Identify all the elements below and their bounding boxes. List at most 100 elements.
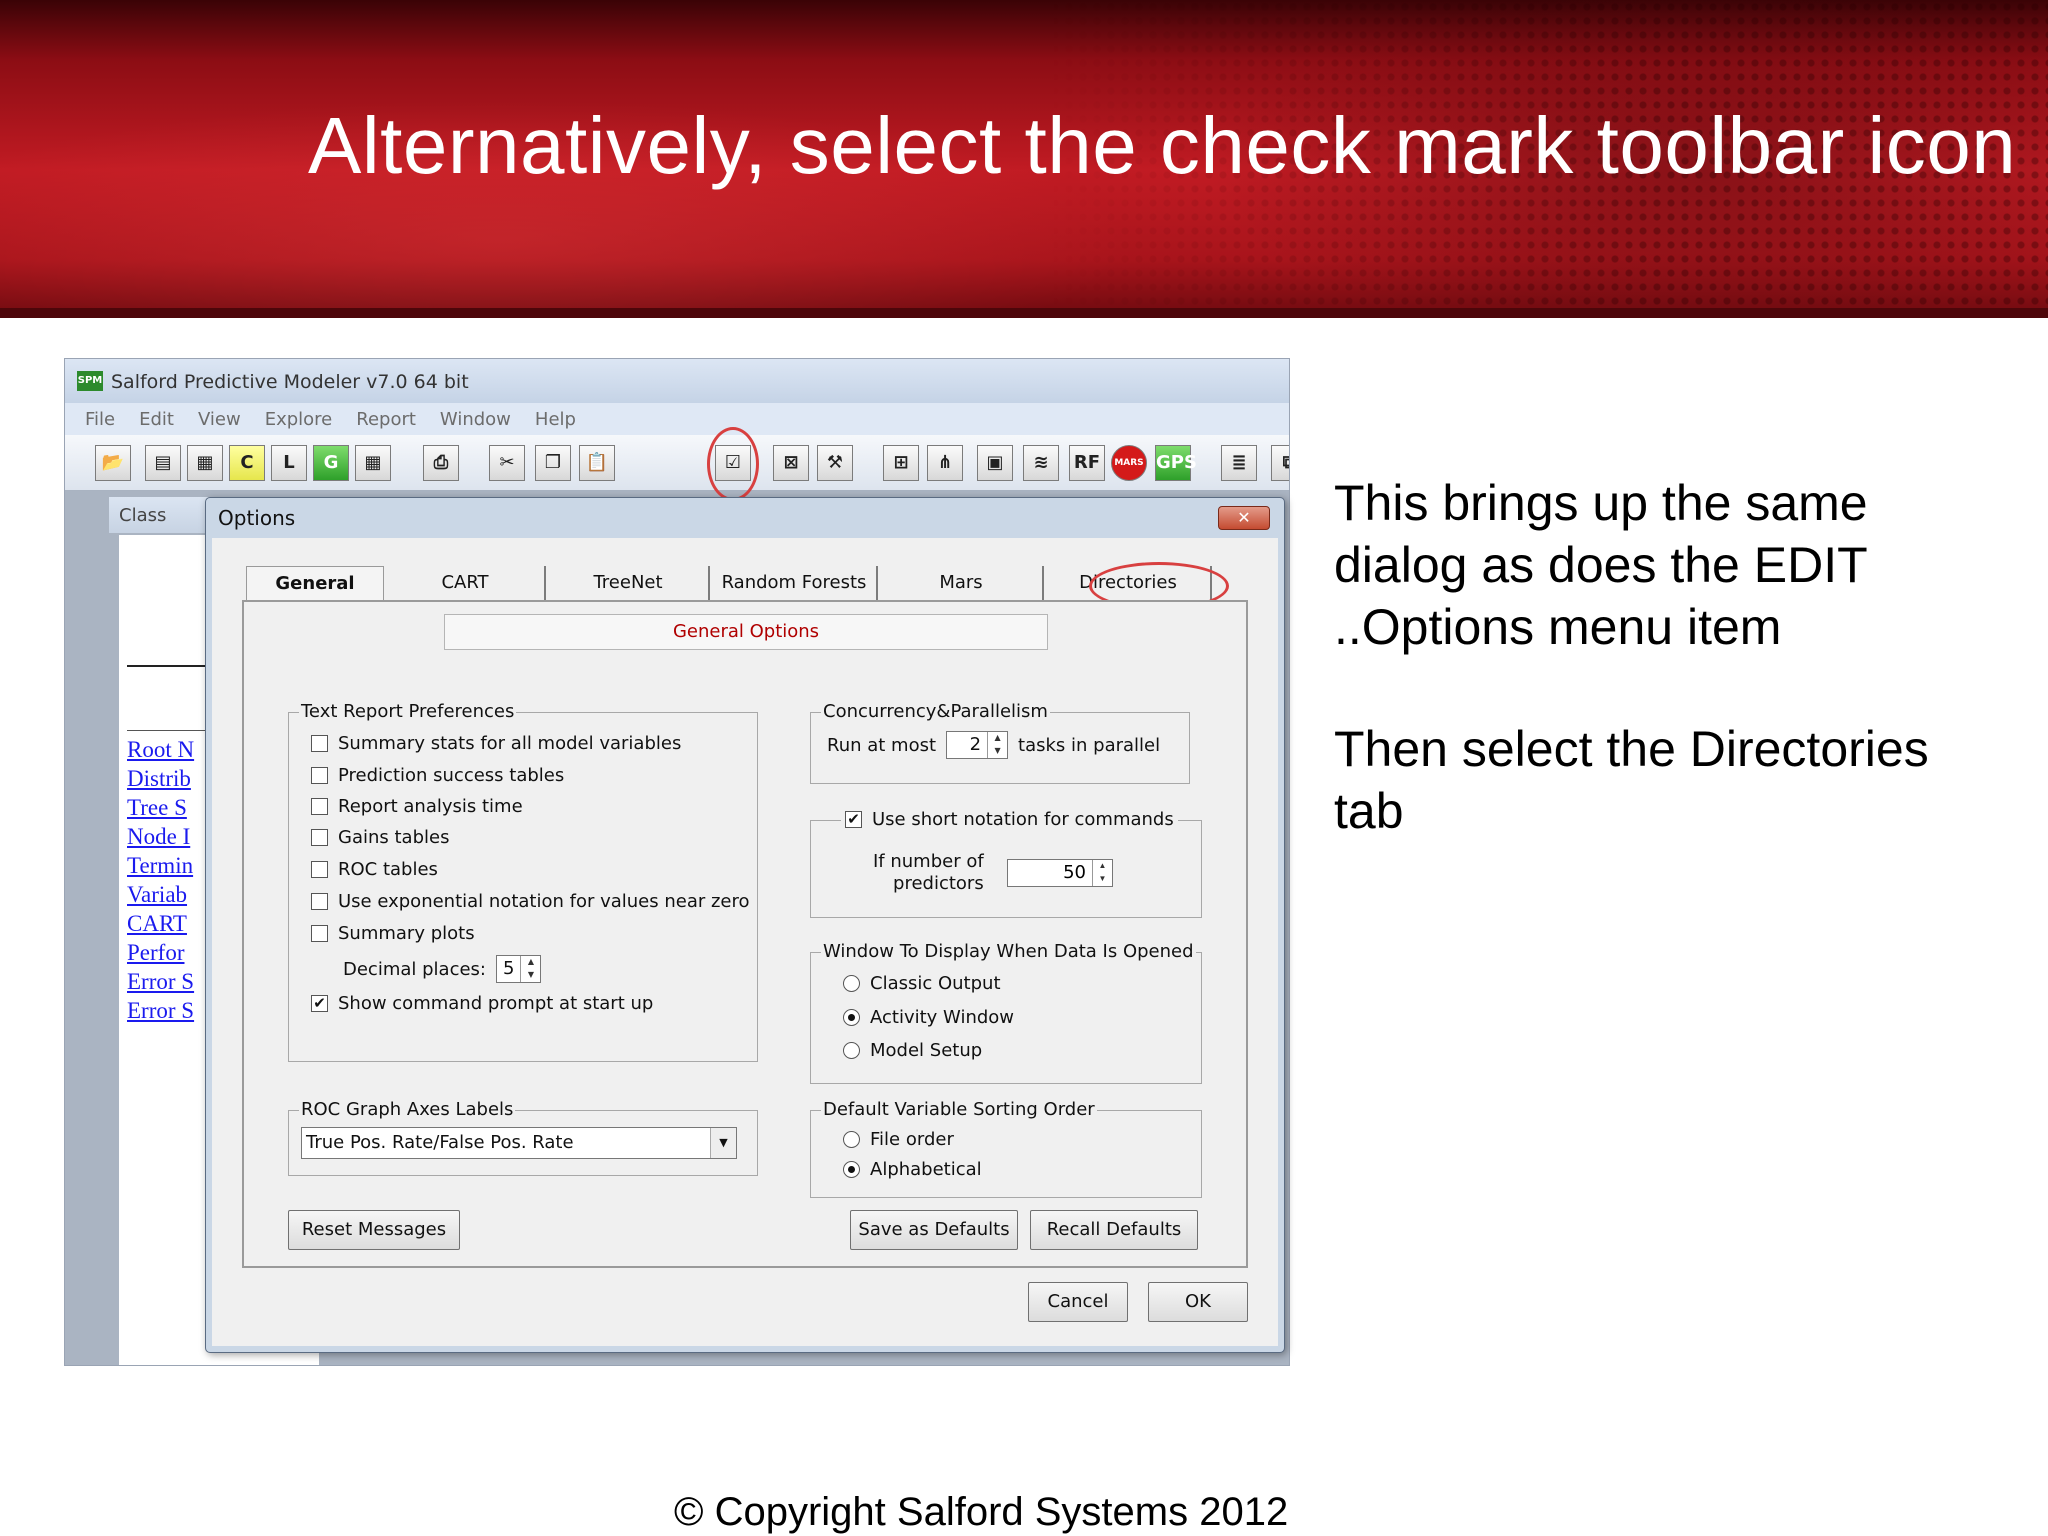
tools-icon[interactable]: ⚒ — [817, 445, 853, 481]
tab-general[interactable]: General — [246, 566, 384, 604]
data-grid-icon[interactable]: ▦ — [187, 445, 223, 481]
radio-row[interactable]: Model Setup — [843, 1040, 982, 1061]
spin-up-icon[interactable]: ▲ — [521, 956, 540, 969]
g-icon[interactable]: G — [313, 445, 349, 481]
menu-edit[interactable]: Edit — [139, 409, 174, 430]
predictors-label: If number of predictors — [873, 851, 984, 895]
treenet-icon[interactable]: ⋔ — [927, 445, 963, 481]
table-icon[interactable]: ▦ — [355, 445, 391, 481]
l-icon[interactable]: L — [271, 445, 307, 481]
checkbox-row[interactable]: Summary plots — [311, 923, 475, 944]
checkbox-checked[interactable]: ✔ — [845, 811, 862, 828]
parallel-tasks-value[interactable]: 2 — [947, 732, 987, 758]
menu-explore[interactable]: Explore — [265, 409, 333, 430]
radio-button-selected[interactable] — [843, 1161, 860, 1178]
options-dialog: Options ✕ General CART TreeNet Random Fo… — [205, 497, 1285, 1353]
c-icon[interactable]: C — [229, 445, 265, 481]
chevron-down-icon[interactable]: ▼ — [710, 1128, 736, 1158]
spin-down-icon[interactable]: ▼ — [988, 745, 1007, 758]
report-link[interactable]: Tree S — [127, 793, 194, 822]
random-forests-icon[interactable]: RF — [1069, 445, 1105, 481]
ok-button[interactable]: OK — [1148, 1282, 1248, 1322]
menu-report[interactable]: Report — [356, 409, 416, 430]
tab-cart[interactable]: CART — [386, 566, 546, 600]
spin-down-icon[interactable]: ▼ — [521, 969, 540, 982]
paste-icon[interactable]: 📋 — [579, 445, 615, 481]
report-link[interactable]: Error S — [127, 967, 194, 996]
checkbox[interactable] — [311, 925, 328, 942]
checkbox-row[interactable]: ✔ Show command prompt at start up — [311, 993, 653, 1014]
properties-icon[interactable]: ▤ — [145, 445, 181, 481]
menu-window[interactable]: Window — [440, 409, 511, 430]
radio-row[interactable]: Activity Window — [843, 1007, 1014, 1028]
predictors-stepper[interactable]: 50 ▲ ▼ — [1007, 859, 1113, 887]
close-button[interactable]: ✕ — [1218, 506, 1270, 530]
decimal-places-stepper[interactable]: 5 ▲ ▼ — [496, 955, 542, 983]
group-label: Default Variable Sorting Order — [821, 1099, 1097, 1120]
decimal-places-label: Decimal places: — [343, 958, 486, 980]
spin-up-icon[interactable]: ▲ — [1093, 860, 1112, 873]
radio-row[interactable]: File order — [843, 1129, 954, 1150]
recall-defaults-button[interactable]: Recall Defaults — [1030, 1210, 1198, 1250]
checkbox-checked[interactable]: ✔ — [311, 995, 328, 1012]
save-defaults-button[interactable]: Save as Defaults — [850, 1210, 1018, 1250]
gps-icon[interactable]: GPS — [1155, 445, 1197, 481]
checkbox-row[interactable]: Gains tables — [311, 827, 449, 848]
roc-labels-select[interactable]: True Pos. Rate/False Pos. Rate ▼ — [301, 1127, 737, 1159]
print-icon[interactable]: ⎙ — [423, 445, 459, 481]
report-link[interactable]: Distrib — [127, 764, 194, 793]
checkbox[interactable] — [311, 798, 328, 815]
cancel-button[interactable]: Cancel — [1028, 1282, 1128, 1322]
dialog-client: General CART TreeNet Random Forests Mars… — [212, 538, 1278, 1346]
predictors-value[interactable]: 50 — [1008, 860, 1092, 886]
report-link[interactable]: Root N — [127, 735, 194, 764]
checkbox[interactable] — [311, 893, 328, 910]
report-link[interactable]: Node I — [127, 822, 194, 851]
tab-treenet[interactable]: TreeNet — [548, 566, 710, 600]
parallel-tasks-stepper[interactable]: 2 ▲ ▼ — [946, 731, 1009, 759]
cart-icon[interactable]: ⊞ — [883, 445, 919, 481]
spin-up-icon[interactable]: ▲ — [988, 732, 1007, 745]
checkbox[interactable] — [311, 861, 328, 878]
open-folder-icon[interactable]: 📂 — [95, 445, 131, 481]
decimal-places-value[interactable]: 5 — [497, 956, 520, 982]
child-window-title: Class — [119, 505, 167, 526]
report-link[interactable]: Termin — [127, 851, 194, 880]
checkbox[interactable] — [311, 829, 328, 846]
report-link[interactable]: Perfor — [127, 938, 194, 967]
checkbox-row[interactable]: Report analysis time — [311, 796, 523, 817]
report-icon[interactable]: ≣ — [1221, 445, 1257, 481]
menu-view[interactable]: View — [198, 409, 241, 430]
checkbox-row[interactable]: Summary stats for all model variables — [311, 733, 681, 754]
radio-button[interactable] — [843, 975, 860, 992]
cut-icon[interactable]: ✂ — [489, 445, 525, 481]
radio-row[interactable]: Alphabetical — [843, 1159, 982, 1180]
radio-button-selected[interactable] — [843, 1009, 860, 1026]
copy-icon[interactable]: ❐ — [535, 445, 571, 481]
reset-messages-button[interactable]: Reset Messages — [288, 1210, 460, 1250]
radio-button[interactable] — [843, 1131, 860, 1148]
spin-down-icon[interactable]: ▼ — [1093, 873, 1112, 886]
checkbox-row[interactable]: Prediction success tables — [311, 765, 564, 786]
checkbox[interactable] — [311, 767, 328, 784]
radio-row[interactable]: Classic Output — [843, 973, 1001, 994]
report-link[interactable]: Variab — [127, 880, 194, 909]
checkbox[interactable] — [311, 735, 328, 752]
window-icon[interactable]: ⧉ — [1271, 445, 1289, 481]
checkbox-label: Use exponential notation for values near… — [338, 891, 750, 912]
radio-button[interactable] — [843, 1042, 860, 1059]
votes-icon[interactable]: ▣ — [977, 445, 1013, 481]
model-icon[interactable]: ⊠ — [773, 445, 809, 481]
tab-random-forests[interactable]: Random Forests — [712, 566, 878, 600]
checkbox-row[interactable]: ROC tables — [311, 859, 438, 880]
short-notation-row[interactable]: ✔ Use short notation for commands — [841, 809, 1178, 830]
menu-file[interactable]: File — [85, 409, 115, 430]
radio-label: File order — [870, 1129, 954, 1150]
batteries-icon[interactable]: ≋ — [1023, 445, 1059, 481]
report-link[interactable]: Error S — [127, 996, 194, 1025]
checkbox-row[interactable]: Use exponential notation for values near… — [311, 891, 750, 912]
report-link[interactable]: CART — [127, 909, 194, 938]
tab-mars[interactable]: Mars — [880, 566, 1044, 600]
mars-icon[interactable]: MARS — [1111, 445, 1147, 481]
menu-help[interactable]: Help — [535, 409, 576, 430]
